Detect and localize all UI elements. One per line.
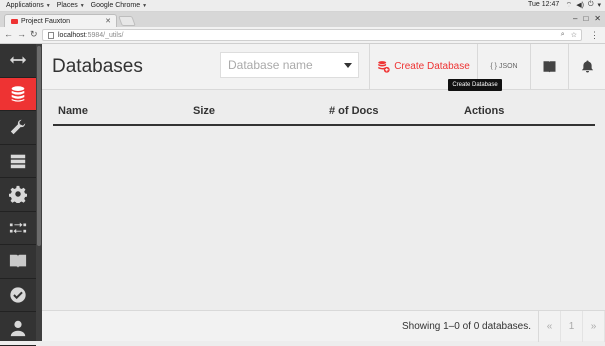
- power-icon: ⏻: [587, 1, 594, 8]
- replication-icon: [9, 222, 27, 234]
- url-host: localhost: [58, 31, 86, 39]
- reload-icon[interactable]: ↻: [30, 29, 38, 40]
- page-header: Databases Database name Create Database …: [42, 44, 605, 90]
- fauxton-sidebar: [0, 44, 36, 346]
- volume-icon: ◀): [576, 2, 584, 9]
- couchdb-favicon-icon: [11, 18, 18, 24]
- documentation-button[interactable]: [530, 44, 568, 89]
- forward-arrow-icon[interactable]: →: [17, 29, 26, 39]
- sidebar-item-databases[interactable]: [0, 77, 36, 111]
- window-controls: – □ ✕: [573, 14, 601, 23]
- sidebar-item-verify[interactable]: [0, 279, 36, 312]
- places-label: Places: [56, 2, 78, 9]
- url-path: :5984/_utils/: [85, 31, 124, 39]
- database-name-placeholder: Database name: [228, 58, 313, 72]
- chrome-menu-icon[interactable]: ⋮: [590, 30, 599, 41]
- json-label: { } JSON: [490, 63, 518, 70]
- tab-title: Project Fauxton: [21, 17, 71, 25]
- maximize-icon[interactable]: □: [583, 14, 588, 23]
- minimize-icon[interactable]: –: [573, 14, 577, 23]
- chevron-down-icon: ▼: [142, 2, 148, 9]
- notifications-button[interactable]: [568, 44, 605, 89]
- database-name-select[interactable]: Database name: [220, 52, 359, 78]
- book-icon: [543, 61, 556, 73]
- sidebar-item-replication[interactable]: [0, 212, 36, 245]
- browser-tab[interactable]: Project Fauxton ✕: [4, 14, 117, 27]
- page-title: Databases: [52, 56, 143, 77]
- chevron-down-icon: ▾: [597, 2, 601, 9]
- address-bar[interactable]: localhost:5984/_utils/ ⌕ ☆: [42, 29, 582, 41]
- wrench-icon: [10, 120, 26, 135]
- caret-down-icon: [344, 63, 352, 68]
- column-header-name[interactable]: Name: [58, 105, 88, 117]
- column-header-docs[interactable]: # of Docs: [329, 105, 379, 117]
- bell-icon: [581, 60, 593, 73]
- clock[interactable]: Tue 12:47: [528, 1, 559, 8]
- database-icon: [11, 86, 25, 102]
- new-tab-button[interactable]: [118, 16, 136, 26]
- places-menu[interactable]: Places ▼: [57, 2, 85, 9]
- back-arrow-icon[interactable]: ←: [4, 29, 13, 39]
- chevron-down-icon: ▼: [79, 2, 85, 9]
- scrollbar-thumb[interactable]: [37, 46, 41, 246]
- sidebar-toggle[interactable]: [0, 44, 36, 78]
- chevron-down-icon: ▼: [45, 2, 51, 9]
- system-tray[interactable]: ⌔ ◀) ⏻ ▾: [566, 1, 601, 10]
- databases-table-header: Name Size # of Docs Actions: [53, 100, 595, 126]
- browser-toolbar: ← → ↻ localhost:5984/_utils/ ⌕ ☆ ⋮: [0, 27, 605, 44]
- server-stack-icon: [10, 154, 26, 168]
- sidebar-item-setup[interactable]: [0, 111, 36, 145]
- page-number-button[interactable]: 1: [561, 311, 583, 342]
- close-window-icon[interactable]: ✕: [594, 14, 601, 23]
- browser-label: Google Chrome: [90, 2, 141, 9]
- page-info-icon[interactable]: [48, 31, 54, 39]
- pagination-summary: Showing 1–0 of 0 databases.: [402, 321, 531, 332]
- zoom-icon[interactable]: ⌕: [561, 31, 565, 39]
- create-database-label: Create Database: [394, 61, 470, 72]
- applications-menu[interactable]: Applications ▼: [6, 2, 51, 9]
- sidebar-item-documentation[interactable]: [0, 245, 36, 279]
- prev-page-button[interactable]: «: [539, 311, 561, 342]
- user-icon: [10, 321, 26, 337]
- column-header-size[interactable]: Size: [193, 105, 215, 117]
- applications-label: Applications: [6, 2, 44, 9]
- sidebar-item-active-tasks[interactable]: [0, 145, 36, 178]
- network-icon: ⌔: [565, 2, 573, 9]
- next-page-button[interactable]: »: [583, 311, 605, 342]
- add-database-icon: [378, 61, 390, 73]
- close-tab-icon[interactable]: ✕: [105, 17, 111, 25]
- gear-icon: [9, 186, 27, 204]
- checkmark-icon: [10, 287, 26, 303]
- create-database-tooltip: Create Database: [448, 79, 502, 91]
- open-book-icon: [9, 254, 27, 269]
- browser-tab-strip: Project Fauxton ✕ – □ ✕: [0, 12, 605, 27]
- browser-menu[interactable]: Google Chrome ▼: [91, 2, 147, 9]
- sidebar-item-config[interactable]: [0, 178, 36, 212]
- column-header-actions: Actions: [464, 105, 505, 117]
- bookmark-star-icon[interactable]: ☆: [571, 31, 577, 39]
- arrows-collapse-icon: [9, 56, 27, 64]
- os-top-bar: Applications ▼ Places ▼ Google Chrome ▼ Tue…: [0, 0, 605, 12]
- sidebar-item-user[interactable]: [0, 312, 36, 346]
- page-footer: Showing 1–0 of 0 databases. « 1 »: [42, 310, 605, 342]
- pagination: « 1 »: [538, 311, 605, 342]
